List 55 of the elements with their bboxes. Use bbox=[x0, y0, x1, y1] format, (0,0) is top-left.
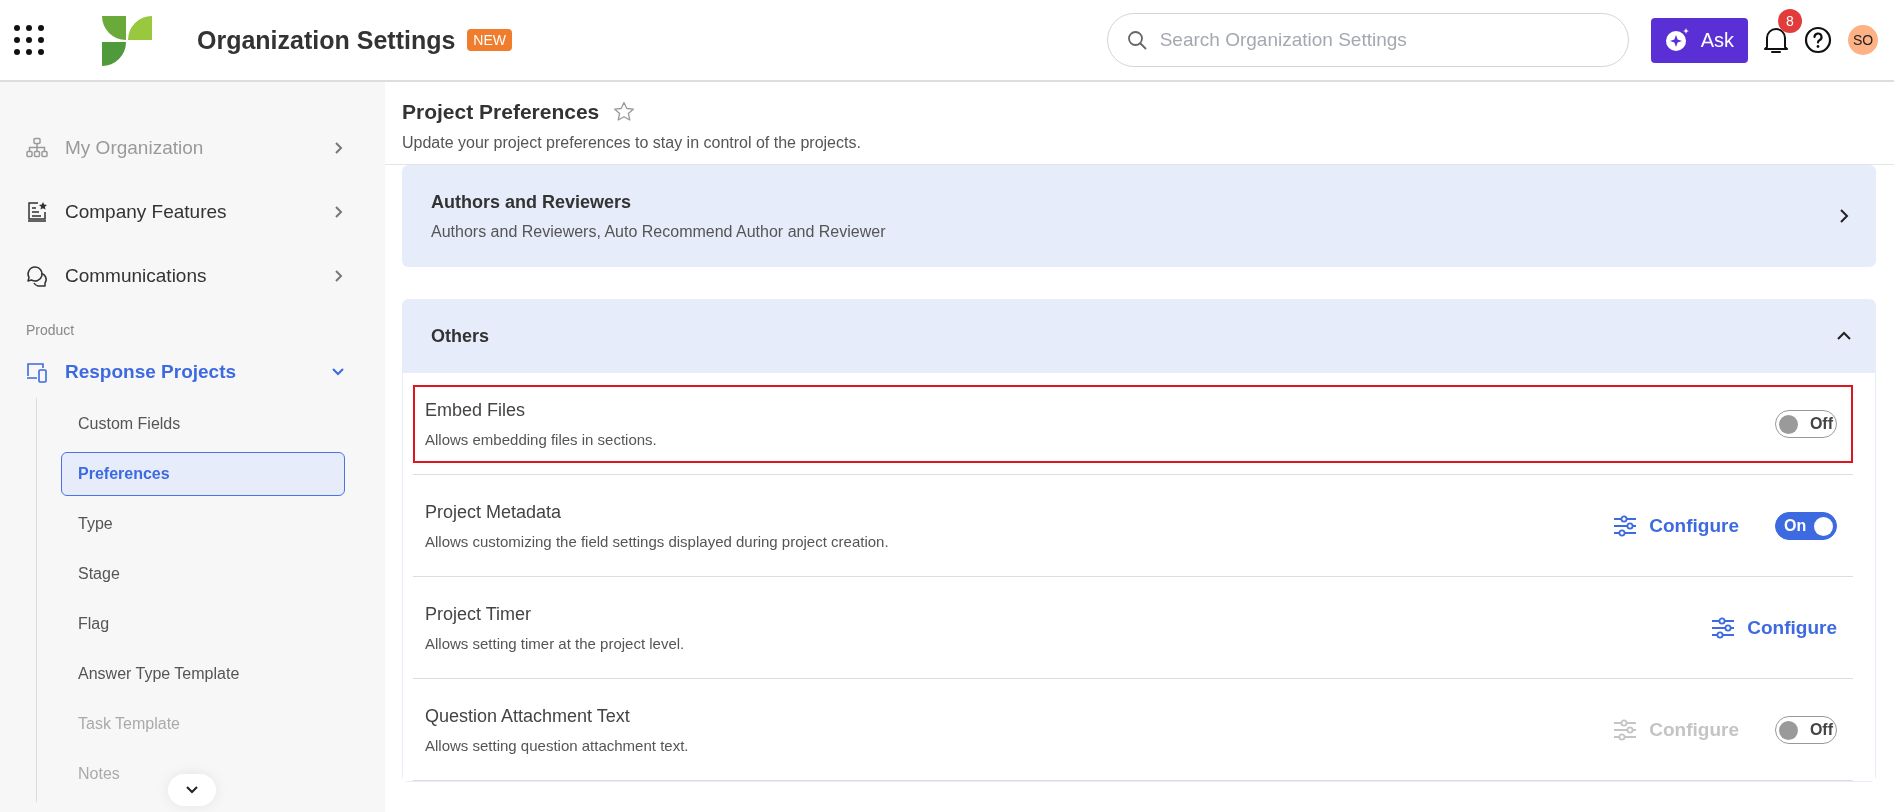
favorite-star-icon[interactable] bbox=[613, 101, 636, 123]
chevron-right-icon bbox=[333, 205, 345, 219]
notification-bell-icon[interactable] bbox=[1762, 25, 1790, 55]
sidebar-group[interactable]: Response Projects bbox=[26, 346, 385, 398]
section-description: Update your project preferences to stay in control of the projects. bbox=[402, 134, 862, 152]
sidebar-subitem[interactable]: Type bbox=[61, 502, 345, 546]
document-star-icon bbox=[26, 201, 48, 223]
configure-button[interactable]: Configure bbox=[1711, 617, 1837, 639]
app-grid-icon[interactable] bbox=[14, 25, 44, 55]
setting-description: Allows setting timer at the project level. bbox=[425, 635, 686, 652]
chevron-right-icon bbox=[333, 141, 345, 155]
ask-button[interactable]: Ask bbox=[1650, 17, 1748, 63]
setting-description: Allows embedding files in sections. bbox=[425, 431, 658, 448]
chevron-down-icon bbox=[186, 786, 198, 794]
card-title: Others bbox=[431, 325, 491, 347]
sidebar-item[interactable]: Communications bbox=[26, 244, 385, 308]
setting-description: Allows customizing the field settings displayed during project creation. bbox=[425, 533, 890, 550]
card-subtitle: Authors and Reviewers, Auto Recommend Author and Reviewer bbox=[431, 222, 887, 241]
toggle-switch[interactable]: On bbox=[1775, 512, 1837, 540]
sliders-icon bbox=[1711, 617, 1736, 639]
chat-bubbles-icon bbox=[26, 265, 48, 287]
user-avatar[interactable]: SO bbox=[1848, 25, 1878, 55]
setting-description: Allows setting question attachment text. bbox=[425, 737, 690, 754]
card-header[interactable]: Others bbox=[402, 299, 1876, 373]
logo-icon bbox=[100, 14, 152, 66]
devices-icon bbox=[26, 361, 48, 383]
setting-title: Project Timer bbox=[425, 604, 533, 625]
sparkle-icon bbox=[1664, 27, 1691, 53]
section-label: Product bbox=[26, 322, 76, 338]
chevron-right-icon bbox=[333, 269, 345, 283]
sliders-icon bbox=[1613, 719, 1638, 741]
sliders-icon bbox=[1613, 515, 1638, 537]
help-icon[interactable] bbox=[1804, 26, 1832, 54]
section-title: Project Preferences bbox=[402, 100, 600, 124]
search-icon bbox=[1126, 30, 1147, 50]
toggle-switch[interactable]: Off bbox=[1775, 410, 1837, 438]
hierarchy-icon bbox=[26, 137, 48, 159]
setting-title: Project Metadata bbox=[425, 502, 563, 523]
setting-title: Embed Files bbox=[425, 400, 527, 421]
new-badge: NEW bbox=[467, 29, 513, 51]
chevron-icon bbox=[331, 366, 345, 378]
page-title: Organization Settings bbox=[197, 25, 456, 55]
card-title: Authors and Reviewers bbox=[431, 191, 633, 213]
sidebar-subitem[interactable]: Stage bbox=[61, 552, 345, 596]
configure-button[interactable]: Configure bbox=[1613, 515, 1739, 537]
setting-title: Question Attachment Text bbox=[425, 706, 631, 727]
sidebar-subitem[interactable]: Custom Fields bbox=[61, 402, 345, 446]
notification-count: 8 bbox=[1778, 9, 1802, 33]
search-field[interactable]: Search Organization Settings bbox=[1106, 13, 1629, 67]
toggle-switch[interactable]: Off bbox=[1775, 716, 1837, 744]
card-header[interactable]: Authors and Reviewers Authors and Reviewers, Auto Recommend Author and Reviewer bbox=[402, 165, 1876, 267]
sidebar-subitem[interactable]: Preferences bbox=[61, 452, 345, 496]
sidebar-subitem[interactable]: Flag bbox=[61, 602, 345, 646]
sidebar-item[interactable]: Company Features bbox=[26, 180, 385, 244]
sidebar-subitem[interactable]: Answer Type Template bbox=[61, 652, 345, 696]
